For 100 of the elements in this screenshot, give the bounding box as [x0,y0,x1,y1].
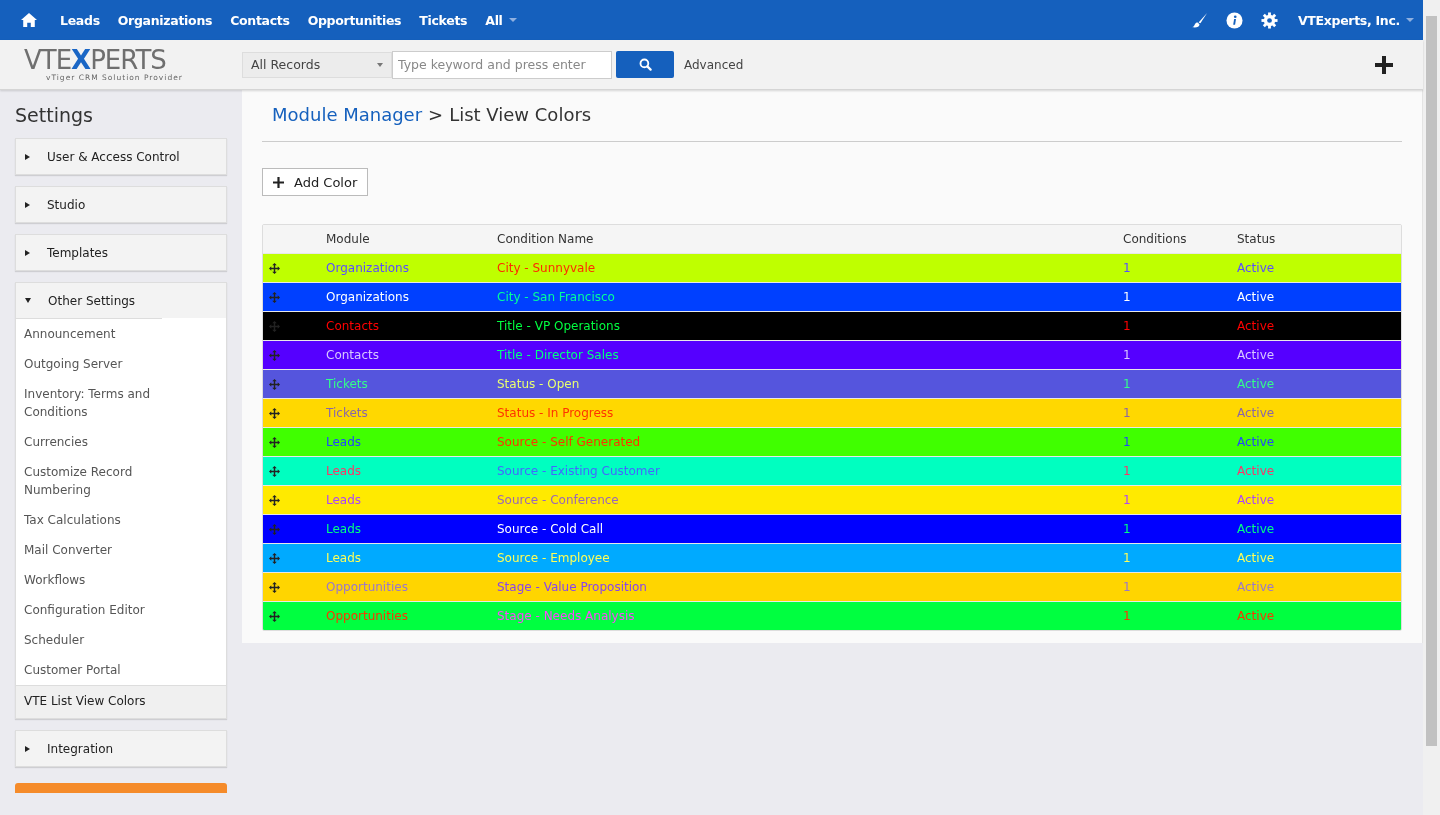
table-cell-text: Active [1237,435,1276,449]
table-cell-text: Leads [326,551,363,565]
table-cell-text: Status - In Progress [497,406,615,420]
table-cell-text: Active [1237,290,1276,304]
table-cell-text: 1 [1123,609,1132,623]
table-row[interactable]: Tickets Status - Open 1 Active [263,369,1401,398]
table-cell-text: Active [1237,261,1276,275]
drag-handle-icon[interactable] [269,523,280,535]
table-cell-text: 1 [1123,348,1132,362]
drag-handle-icon[interactable] [269,262,280,274]
table-cell-text: Source - Existing Customer [497,464,661,478]
column-header: Conditions [1123,232,1188,246]
table-cell-text: Source - Cold Call [497,522,605,536]
nav-link[interactable]: Tickets [419,12,468,28]
table-cell-text: Status - Open [497,377,581,391]
search-field[interactable]: Type keyword and press enter [392,50,612,79]
table-cell-text: Stage - Needs Analysis [497,609,636,623]
breadcrumb-link[interactable]: Module Manager [272,104,423,125]
table-cell-text: Stage - Value Proposition [497,580,648,594]
settings-icon[interactable] [1260,11,1278,29]
table-cell-text: Organizations [326,261,410,275]
sidebar-section-header[interactable]: Templates [16,235,226,270]
drag-handle-icon[interactable] [269,436,280,448]
table-cell-text: Title - VP Operations [497,319,621,333]
advanced-search-link[interactable]: Advanced [684,57,744,72]
table-cell-text: Active [1237,609,1276,623]
table-cell-text: Active [1237,377,1276,391]
drag-handle-icon[interactable] [269,494,280,506]
table-cell-text: 1 [1123,551,1132,565]
table-cell-text: Leads [326,435,363,449]
table-cell-text: 1 [1123,290,1132,304]
scrollbar[interactable] [1423,0,1440,815]
table-row[interactable]: Leads Source - Cold Call 1 Active [263,514,1401,543]
table-row[interactable]: Opportunities Stage - Value Proposition 1 Active [263,572,1401,601]
table-cell-text: 1 [1123,319,1132,333]
sidebar-section-header[interactable]: Studio [16,187,226,222]
drag-handle-icon[interactable] [269,320,280,332]
table-cell-text: 1 [1123,522,1132,536]
drag-handle-icon[interactable] [269,465,280,477]
table-cell-text: Source - Conference [497,493,620,507]
sidebar-item[interactable]: VTE List View Colors [16,685,226,718]
table-cell-text: Opportunities [326,580,409,594]
table-row[interactable]: Contacts Title - Director Sales 1 Active [263,340,1401,369]
column-header: Module [326,232,371,246]
table-cell-text: 1 [1123,464,1132,478]
drag-handle-icon[interactable] [269,552,280,564]
table-cell-text: Active [1237,406,1276,420]
breadcrumb-separator: > [428,104,444,125]
drag-handle-icon[interactable] [269,407,280,419]
table-cell-text: Organizations [326,290,410,304]
table-cell-text: Active [1237,319,1276,333]
table-cell-text: Active [1237,551,1276,565]
nav-link[interactable]: Contacts [230,12,290,28]
add-color-button[interactable]: Add Color [262,168,369,196]
column-header: Condition Name [497,232,595,246]
table-cell-text: Active [1237,580,1276,594]
drag-handle-icon[interactable] [269,610,280,622]
table-cell-text: Source - Employee [497,551,611,565]
table-row[interactable]: Leads Source - Existing Customer 1 Active [263,456,1401,485]
records-dropdown[interactable]: All Records [242,51,392,78]
table-cell-text: Source - Self Generated [497,435,642,449]
table-row[interactable]: Contacts Title - VP Operations 1 Active [263,311,1401,340]
table-row[interactable]: Organizations City - San Francisco 1 Active [263,282,1401,311]
all-menu[interactable]: All [485,12,517,28]
sidebar-section-header[interactable]: User & Access Control [16,139,226,174]
account-menu[interactable]: VTExperts, Inc. [1297,12,1414,28]
add-icon[interactable] [1375,55,1393,74]
nav-link[interactable]: Opportunities [307,12,402,28]
table-cell-text: Contacts [326,348,380,362]
table-row[interactable]: Organizations City - Sunnyvale 1 Active [263,253,1401,282]
sidebar-item[interactable]: Announcement [16,318,162,349]
sidebar-section-header[interactable]: Other Settings [16,283,226,318]
table-cell-text: Opportunities [326,609,409,623]
table-cell-text: City - San Francisco [497,290,616,304]
nav-link[interactable]: Leads [60,12,100,28]
search-button[interactable] [616,51,674,78]
table-cell-text: Leads [326,493,363,507]
sidebar-section-header[interactable]: Integration [16,731,226,766]
plus-icon [273,176,284,188]
table-cell-text: Leads [326,464,363,478]
info-icon[interactable] [1225,11,1243,29]
sidebar-title: Settings [15,104,94,126]
table-cell-text: 1 [1123,377,1132,391]
drag-handle-icon[interactable] [269,349,280,361]
drag-handle-icon[interactable] [269,378,280,390]
column-header: Status [1237,232,1277,246]
table-cell-text: Tickets [326,377,369,391]
search-icon [638,58,652,71]
table-cell-text: City - Sunnyvale [497,261,597,275]
table-cell-text: Active [1237,464,1276,478]
table-cell-text: Title - Director Sales [497,348,620,362]
table-cell-text: Contacts [326,319,380,333]
table-cell-text: Tickets [326,406,369,420]
home-icon[interactable] [20,12,38,28]
table-row[interactable]: Leads Source - Self Generated 1 Active [263,427,1401,456]
table-row[interactable]: Leads Source - Conference 1 Active [263,485,1401,514]
drag-handle-icon[interactable] [269,581,280,593]
drag-handle-icon[interactable] [269,291,280,303]
table-cell-text: 1 [1123,261,1132,275]
nav-link[interactable]: Organizations [117,12,213,28]
